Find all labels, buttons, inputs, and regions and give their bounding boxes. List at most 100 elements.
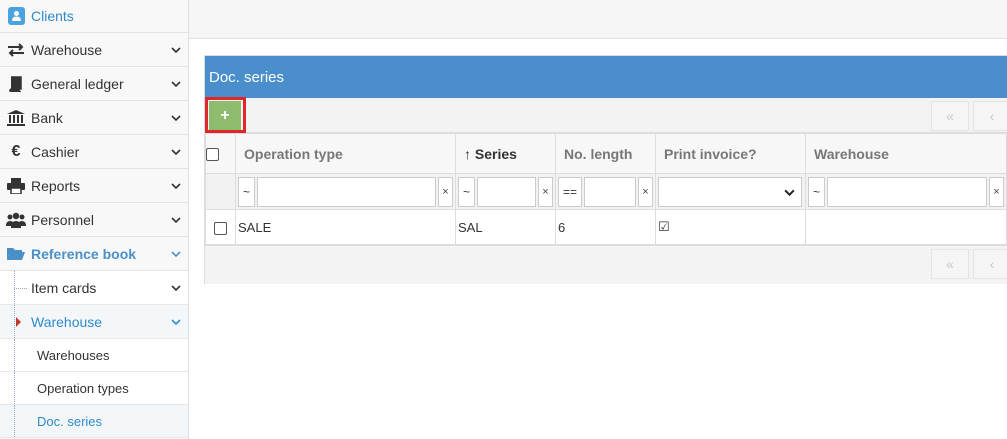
filter-operator[interactable]: ~	[458, 176, 475, 207]
sort-asc-icon: ↑	[464, 145, 471, 162]
sidebar-item-warehouse[interactable]: Warehouse	[0, 33, 188, 67]
sidebar-item-label: Reference book	[31, 245, 137, 262]
sidebar-item-personnel[interactable]: Personnel	[0, 203, 188, 237]
highlight-box	[205, 97, 246, 133]
sidebar-item-label: Reports	[31, 177, 81, 194]
tree-line	[14, 405, 15, 437]
sidebar-item-label: General ledger	[31, 75, 124, 92]
book-icon	[6, 75, 26, 93]
sidebar-item-label: Clients	[31, 8, 74, 24]
sidebar-subitem-label: Item cards	[31, 279, 97, 296]
chevron-down-icon	[171, 148, 181, 155]
select-all-cell	[205, 133, 236, 174]
print-invoice-filter-select[interactable]	[658, 176, 802, 207]
column-no-length[interactable]: No. length	[555, 133, 656, 174]
filter-operation-type: ~ ×	[235, 173, 456, 210]
chevron-down-icon	[784, 189, 795, 196]
users-icon	[6, 211, 26, 229]
exchange-icon	[6, 41, 26, 59]
bank-icon	[6, 109, 26, 127]
clear-filter-button[interactable]: ×	[989, 176, 1004, 207]
sidebar-item-label: Personnel	[31, 211, 95, 228]
chevron-down-icon	[171, 80, 181, 87]
filter-operator[interactable]: ~	[808, 176, 825, 207]
sidebar-item-reports[interactable]: Reports	[0, 169, 188, 203]
chevron-down-icon	[171, 284, 181, 291]
printer-icon	[6, 177, 26, 195]
sidebar-item-label: Warehouse	[31, 41, 103, 58]
prev-page-button[interactable]: ‹	[973, 101, 1007, 131]
chevron-down-icon	[171, 114, 181, 121]
sidebar-leaf-operation-types[interactable]: Operation types	[0, 372, 188, 405]
row-checkbox[interactable]	[214, 221, 227, 235]
checked-icon: ☑	[658, 219, 670, 234]
series-filter-input[interactable]	[477, 176, 536, 207]
cell-no-length: 6	[555, 209, 656, 245]
sidebar-item-label: Cashier	[31, 143, 80, 160]
sidebar: Clients Warehouse General ledger Bank € …	[0, 0, 189, 439]
chevron-down-icon	[171, 182, 181, 189]
first-page-button[interactable]: «	[931, 101, 969, 131]
filter-operator[interactable]: ~	[238, 176, 255, 207]
cell-warehouse	[805, 209, 1007, 245]
clear-filter-button[interactable]: ×	[438, 176, 453, 207]
sidebar-subitem-item-cards[interactable]: Item cards	[0, 271, 188, 305]
prev-page-button[interactable]: ‹	[973, 249, 1007, 279]
tree-line	[14, 305, 15, 338]
filter-empty-cell	[205, 173, 236, 210]
cell-print-invoice: ☑	[655, 209, 806, 245]
sidebar-leaf-doc-series[interactable]: Doc. series	[0, 405, 188, 438]
doc-series-panel: Doc. series + « ‹ Operation type ↑ Serie…	[204, 55, 1007, 284]
folder-open-icon	[6, 245, 26, 263]
clear-filter-button[interactable]: ×	[538, 176, 553, 207]
toolbar: + « ‹	[205, 97, 1007, 133]
cell-operation-type: SALE	[235, 209, 456, 245]
sidebar-leaf-warehouses[interactable]: Warehouses	[0, 339, 188, 372]
top-bar	[189, 0, 1007, 39]
chevron-down-icon	[171, 216, 181, 223]
filter-no-length: == ×	[555, 173, 656, 210]
table-row[interactable]: SALE SAL 6 ☑	[205, 209, 1007, 245]
chevron-down-icon	[171, 250, 181, 257]
filter-operator[interactable]: ==	[558, 176, 582, 207]
clear-filter-button[interactable]: ×	[638, 176, 653, 207]
length-filter-input[interactable]	[584, 176, 636, 207]
filter-row: ~ × ~ × == × ~ ×	[205, 173, 1007, 210]
tree-branch	[14, 288, 27, 289]
caret-right-icon	[16, 317, 21, 327]
warehouse-filter-input[interactable]	[827, 176, 987, 207]
user-icon	[6, 7, 26, 25]
sidebar-leaf-label: Operation types	[37, 380, 129, 396]
select-all-checkbox[interactable]	[206, 148, 219, 162]
tree-line	[14, 372, 15, 404]
operation-type-filter-input[interactable]	[257, 176, 436, 207]
sidebar-leaf-label: Warehouses	[37, 347, 110, 363]
filter-print-invoice	[655, 173, 806, 210]
column-operation-type[interactable]: Operation type	[235, 133, 456, 174]
chevron-down-icon	[171, 318, 181, 325]
column-warehouse[interactable]: Warehouse	[805, 133, 1007, 174]
filter-series: ~ ×	[455, 173, 556, 210]
column-series-label: Series	[474, 145, 517, 162]
sidebar-subitem-label: Warehouse	[31, 313, 103, 330]
sidebar-item-bank[interactable]: Bank	[0, 101, 188, 135]
tree-line	[14, 339, 15, 371]
header-row: Operation type ↑ Series No. length Print…	[205, 133, 1007, 174]
sidebar-subitem-warehouse[interactable]: Warehouse	[0, 305, 188, 339]
sidebar-item-label: Bank	[31, 109, 63, 126]
first-page-button[interactable]: «	[931, 249, 969, 279]
panel-title: Doc. series	[205, 56, 1007, 98]
sidebar-item-clients[interactable]: Clients	[0, 0, 188, 33]
sidebar-item-reference-book[interactable]: Reference book	[0, 237, 188, 271]
table-footer: « ‹	[205, 245, 1007, 284]
sidebar-item-cashier[interactable]: € Cashier	[0, 135, 188, 169]
chevron-down-icon	[171, 46, 181, 53]
sidebar-item-general-ledger[interactable]: General ledger	[0, 67, 188, 101]
row-select-cell	[205, 209, 236, 245]
cell-series: SAL	[455, 209, 556, 245]
filter-warehouse: ~ ×	[805, 173, 1007, 210]
sidebar-leaf-label: Doc. series	[37, 413, 103, 429]
euro-icon: €	[11, 142, 21, 160]
column-print-invoice[interactable]: Print invoice?	[655, 133, 806, 174]
column-series[interactable]: ↑ Series	[455, 133, 556, 174]
